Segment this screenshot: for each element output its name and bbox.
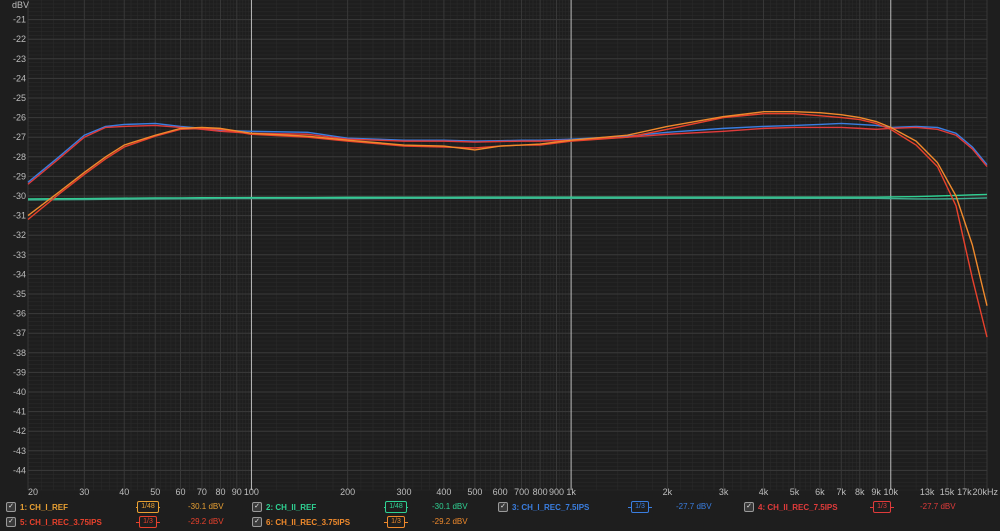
y-tick-label: -36	[13, 309, 26, 319]
x-tick-label: 3k	[719, 487, 729, 497]
x-tick-label: 60	[176, 487, 186, 497]
x-tick-label: 1k	[566, 487, 576, 497]
y-tick-label: -39	[13, 367, 26, 377]
smoothing-selector-4[interactable]: 1/3	[870, 501, 894, 513]
legend-series-name: 5: CH_I_REC_3.75IPS	[20, 517, 102, 527]
x-tick-label: 700	[514, 487, 529, 497]
y-tick-label: -23	[13, 54, 26, 64]
grid-minor-lines	[27, 0, 988, 491]
checkbox-icon[interactable]: ✓	[252, 517, 262, 527]
y-tick-label: -42	[13, 426, 26, 436]
x-tick-label: 500	[467, 487, 482, 497]
smoothing-label: 1/3	[631, 501, 649, 513]
legend-series-name: 3: CH_I_REC_7.5IPS	[512, 502, 590, 512]
legend-value-6: -29.2 dBV	[432, 517, 468, 526]
legend-item-ch-ii-ref[interactable]: ✓ 2: CH_II_REF	[252, 500, 316, 514]
smoothing-label: 1/48	[137, 501, 159, 513]
x-tick-label: 100	[244, 487, 259, 497]
legend-item-ch-i-rec-3-75ips[interactable]: ✓ 5: CH_I_REC_3.75IPS	[6, 515, 102, 529]
frequency-response-chart: -21 -22 -23 -24 -25 -26 -27 -28 -29 -30 -31 -32 -33 -…	[12, 0, 998, 497]
y-tick-label: -44	[13, 465, 26, 475]
x-tick-label: 20kHz	[972, 487, 998, 497]
x-tick-label: 8k	[855, 487, 865, 497]
y-tick-label: -33	[13, 250, 26, 260]
y-tick-label: -41	[13, 407, 26, 417]
smoothing-selector-1[interactable]: 1/48	[136, 501, 160, 513]
y-tick-label: -37	[13, 328, 26, 338]
smoothing-label: 1/3	[387, 516, 405, 528]
smoothing-label: 1/3	[139, 516, 157, 528]
legend-value-4: -27.7 dBV	[920, 502, 956, 511]
x-tick-label: 80	[215, 487, 225, 497]
x-tick-label: 400	[436, 487, 451, 497]
x-tick-label: 10k	[884, 487, 899, 497]
y-tick-label: -26	[13, 113, 26, 123]
y-axis-label: dBV	[12, 0, 29, 10]
legend-value-2: -30.1 dBV	[432, 502, 468, 511]
x-tick-label: 5k	[790, 487, 800, 497]
x-tick-label: 70	[197, 487, 207, 497]
x-tick-label: 15k	[940, 487, 955, 497]
x-tick-label: 20	[28, 487, 38, 497]
y-tick-label: -31	[13, 211, 26, 221]
y-tick-label: -43	[13, 446, 26, 456]
x-tick-label: 6k	[815, 487, 825, 497]
y-tick-label: -28	[13, 152, 26, 162]
legend-value-5: -29.2 dBV	[188, 517, 224, 526]
x-tick-label: 800	[533, 487, 548, 497]
y-axis-ticks: -21 -22 -23 -24 -25 -26 -27 -28 -29 -30 -31 -32 -33 -…	[13, 15, 26, 476]
legend-series-name: 4: CH_II_REC_7.5IPS	[758, 502, 838, 512]
legend-series-name: 1: CH_I_REF	[20, 502, 69, 512]
checkbox-icon[interactable]: ✓	[744, 502, 754, 512]
x-tick-label: 300	[396, 487, 411, 497]
smoothing-selector-6[interactable]: 1/3	[384, 516, 408, 528]
x-tick-label: 30	[79, 487, 89, 497]
legend-value-1: -30.1 dBV	[188, 502, 224, 511]
x-tick-label: 2k	[663, 487, 673, 497]
y-tick-label: -38	[13, 348, 26, 358]
x-tick-label: 9k	[871, 487, 881, 497]
y-tick-label: -24	[13, 73, 26, 83]
y-tick-label: -32	[13, 230, 26, 240]
smoothing-label: 1/3	[873, 501, 891, 513]
x-tick-label: 90	[232, 487, 242, 497]
y-tick-label: -34	[13, 269, 26, 279]
smoothing-selector-3[interactable]: 1/3	[628, 501, 652, 513]
legend-item-ch-i-ref[interactable]: ✓ 1: CH_I_REF	[6, 500, 68, 514]
x-tick-label: 900	[549, 487, 564, 497]
x-tick-label: 13k	[920, 487, 935, 497]
y-tick-label: -22	[13, 34, 26, 44]
legend-item-ch-i-rec-7-5ips[interactable]: ✓ 3: CH_I_REC_7.5IPS	[498, 500, 589, 514]
x-tick-label: 40	[119, 487, 129, 497]
y-tick-label: -25	[13, 93, 26, 103]
checkbox-icon[interactable]: ✓	[6, 502, 16, 512]
legend-item-ch-ii-rec-3-75ips[interactable]: ✓ 6: CH_II_REC_3.75IPS	[252, 515, 350, 529]
x-tick-label: 7k	[836, 487, 846, 497]
smoothing-selector-5[interactable]: 1/3	[136, 516, 160, 528]
y-tick-label: -40	[13, 387, 26, 397]
legend-item-ch-ii-rec-7-5ips[interactable]: ✓ 4: CH_II_REC_7.5IPS	[744, 500, 838, 514]
y-tick-label: -29	[13, 171, 26, 181]
legend-series-name: 2: CH_II_REF	[266, 502, 317, 512]
checkbox-icon[interactable]: ✓	[498, 502, 508, 512]
y-tick-label: -30	[13, 191, 26, 201]
x-tick-label: 50	[150, 487, 160, 497]
x-tick-label: 4k	[759, 487, 769, 497]
legend-series-name: 6: CH_II_REC_3.75IPS	[266, 517, 351, 527]
x-tick-label: 17k	[957, 487, 972, 497]
checkbox-icon[interactable]: ✓	[252, 502, 262, 512]
x-tick-label: 200	[340, 487, 355, 497]
y-tick-label: -27	[13, 132, 26, 142]
y-tick-label: -35	[13, 289, 26, 299]
legend-value-3: -27.7 dBV	[676, 502, 712, 511]
smoothing-selector-2[interactable]: 1/48	[384, 501, 408, 513]
legend: ✓ 1: CH_I_REF 1/48 -30.1 dBV ✓ 2: CH_II_…	[0, 500, 1000, 531]
y-tick-label: -21	[13, 15, 26, 25]
plot-background	[28, 0, 987, 490]
smoothing-label: 1/48	[385, 501, 407, 513]
x-tick-label: 600	[493, 487, 508, 497]
checkbox-icon[interactable]: ✓	[6, 517, 16, 527]
